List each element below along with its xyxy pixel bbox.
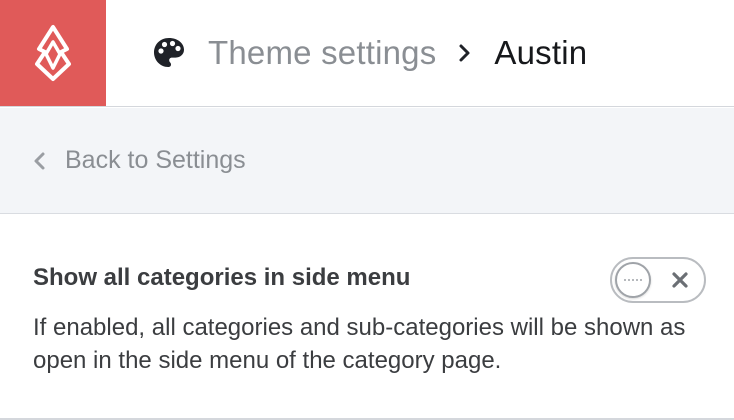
palette-icon — [152, 36, 186, 70]
breadcrumb: Theme settings Austin — [152, 28, 587, 78]
lightspeed-flame-icon — [35, 25, 71, 81]
breadcrumb-current: Austin — [494, 34, 588, 71]
setting-description: If enabled, all categories and sub-categ… — [33, 314, 686, 374]
top-header: Theme settings Austin — [0, 0, 734, 107]
back-to-settings-label: Back to Settings — [65, 146, 246, 174]
theme-settings-page: Theme settings Austin Back to Settings S… — [0, 0, 734, 420]
show-all-categories-toggle[interactable] — [610, 257, 706, 303]
chevron-left-icon — [32, 151, 46, 171]
setting-row-show-all-categories: Show all categories in side menu If enab… — [0, 215, 734, 420]
chevron-right-icon — [458, 43, 472, 63]
breadcrumb-parent[interactable]: Theme settings — [208, 34, 436, 72]
grip-dots-icon — [624, 279, 642, 281]
app-logo[interactable] — [0, 0, 106, 106]
close-icon — [670, 270, 690, 290]
setting-title: Show all categories in side menu — [33, 264, 411, 291]
toggle-knob[interactable] — [615, 262, 651, 298]
back-to-settings-link[interactable]: Back to Settings — [0, 108, 734, 214]
